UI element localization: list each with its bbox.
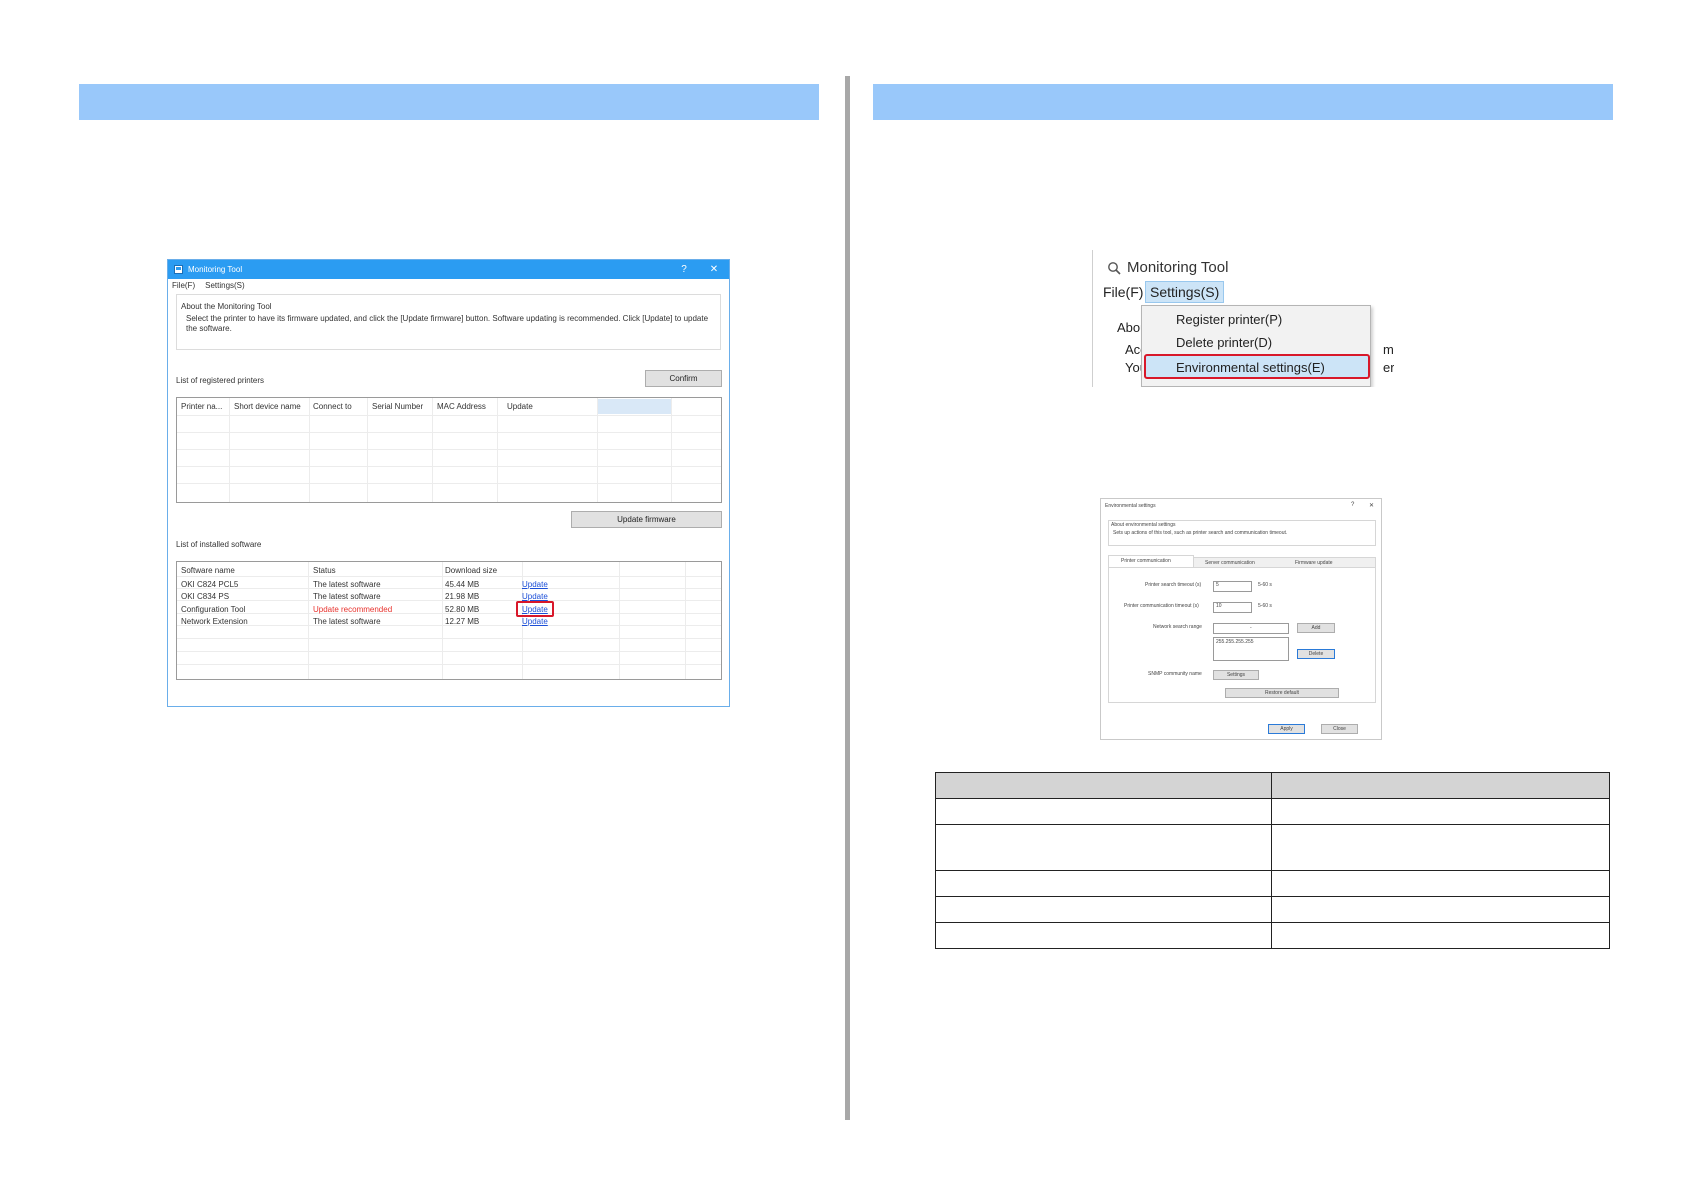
software-status-warning: Update recommended xyxy=(313,605,393,614)
network-range-list[interactable]: 255.255.255.255 xyxy=(1213,637,1289,661)
app-icon xyxy=(174,265,183,274)
environmental-settings-dialog: Environmental settings ? ✕ About environ… xyxy=(1100,498,1382,740)
window-title-bar: Monitoring Tool ? ✕ xyxy=(168,260,729,279)
software-name: OKI C834 PS xyxy=(181,592,230,601)
tab-firmware-update[interactable]: Firmware update xyxy=(1295,560,1333,566)
menu-item-delete-printer[interactable]: Delete printer(D) xyxy=(1176,335,1272,350)
table-row xyxy=(935,870,1610,897)
section-header-bar-left xyxy=(79,84,819,120)
dialog-close-button[interactable]: Close xyxy=(1321,724,1358,734)
help-button[interactable]: ? xyxy=(669,264,699,275)
monitoring-tool-window: Monitoring Tool ? ✕ File(F) Settings(S) … xyxy=(167,259,730,707)
about-text: Sets up actions of this tool, such as pr… xyxy=(1113,530,1288,536)
help-button[interactable]: ? xyxy=(1351,502,1354,508)
table-row xyxy=(935,824,1610,871)
column-header: MAC Address xyxy=(437,402,486,411)
restore-default-button[interactable]: Restore default xyxy=(1225,688,1339,698)
column-header: Short device name xyxy=(234,402,301,411)
update-link[interactable]: Update xyxy=(522,580,548,589)
column-header: Download size xyxy=(445,566,498,575)
registered-printers-label: List of registered printers xyxy=(176,376,265,385)
tab-server-communication[interactable]: Server communication xyxy=(1205,560,1255,566)
about-heading: About the Monitoring Tool xyxy=(181,302,272,311)
column-header: Update xyxy=(507,402,533,411)
snmp-settings-button[interactable]: Settings xyxy=(1213,670,1259,680)
search-timeout-label: Printer search timeout (s) xyxy=(1145,582,1202,588)
software-size: 21.98 MB xyxy=(445,592,480,601)
search-timeout-range: 5-60 s xyxy=(1258,582,1272,588)
about-text-line-2: the software. xyxy=(186,324,232,333)
comm-timeout-input[interactable]: 10 xyxy=(1213,602,1252,613)
about-heading: About environmental settings xyxy=(1111,522,1176,528)
software-status: The latest software xyxy=(313,580,381,589)
software-size: 45.44 MB xyxy=(445,580,480,589)
menu-settings[interactable]: Settings(S) xyxy=(205,281,245,290)
close-button[interactable]: ✕ xyxy=(699,264,729,275)
search-timeout-input[interactable]: 5 xyxy=(1213,581,1252,592)
snmp-label: SNMP community name xyxy=(1148,671,1202,677)
comm-timeout-label: Printer communication timeout (s) xyxy=(1124,603,1199,609)
window-title: Monitoring Tool xyxy=(188,265,243,274)
software-name: Network Extension xyxy=(181,617,248,626)
software-status: The latest software xyxy=(313,617,381,626)
menu-settings[interactable]: Settings(S) xyxy=(1145,281,1225,303)
background-text: m xyxy=(1383,342,1394,357)
menu-file[interactable]: File(F) xyxy=(172,281,195,290)
settings-menu-screenshot: Monitoring Tool File(F) Settings(S) Abou… xyxy=(1092,250,1394,387)
software-size: 12.27 MB xyxy=(445,617,480,626)
installed-software-table[interactable]: Software name Status Download size OKI C… xyxy=(176,561,722,680)
settings-table xyxy=(935,772,1610,949)
background-text: er xyxy=(1383,360,1394,375)
table-row xyxy=(935,896,1610,923)
installed-software-label: List of installed software xyxy=(176,540,262,549)
close-button[interactable]: ✕ xyxy=(1369,502,1374,509)
table-row xyxy=(935,922,1610,949)
column-header: Serial Number xyxy=(372,402,424,411)
software-status: The latest software xyxy=(313,592,381,601)
column-header: Connect to xyxy=(313,402,352,411)
update-firmware-button[interactable]: Update firmware xyxy=(571,511,722,528)
software-name: OKI C824 PCL5 xyxy=(181,580,239,589)
update-link[interactable]: Update xyxy=(522,592,548,601)
software-size: 52.80 MB xyxy=(445,605,480,614)
selected-header-cell xyxy=(598,399,671,414)
software-name: Configuration Tool xyxy=(181,605,246,614)
registered-printers-table[interactable]: Printer na... Short device name Connect … xyxy=(176,397,722,503)
update-highlight-box xyxy=(516,601,554,617)
add-button[interactable]: Add xyxy=(1297,623,1335,633)
table-row xyxy=(935,798,1610,825)
confirm-button[interactable]: Confirm xyxy=(645,370,722,387)
column-header: Status xyxy=(313,566,336,575)
menu-bar: File(F) Settings(S) xyxy=(168,279,729,292)
column-header: Software name xyxy=(181,566,235,575)
network-range-input[interactable]: - xyxy=(1213,623,1289,634)
delete-button[interactable]: Delete xyxy=(1297,649,1335,659)
column-header: Printer na... xyxy=(181,402,223,411)
section-header-bar-right xyxy=(873,84,1613,120)
dialog-title: Environmental settings xyxy=(1105,503,1156,509)
comm-timeout-range: 5-60 s xyxy=(1258,603,1272,609)
menu-item-register-printer[interactable]: Register printer(P) xyxy=(1176,312,1282,327)
network-range-label: Network search range xyxy=(1153,624,1202,630)
menu-item-environmental-settings[interactable]: Environmental settings(E) xyxy=(1144,354,1370,379)
column-divider xyxy=(845,76,850,1120)
menu-window-title: Monitoring Tool xyxy=(1107,259,1228,276)
apply-button[interactable]: Apply xyxy=(1268,724,1305,734)
about-text-line-1: Select the printer to have its firmware … xyxy=(186,314,709,323)
update-link[interactable]: Update xyxy=(522,617,548,626)
settings-dropdown: Register printer(P) Delete printer(D) En… xyxy=(1141,305,1371,387)
menu-file[interactable]: File(F) xyxy=(1103,284,1143,300)
table-header-row xyxy=(935,772,1610,799)
search-icon xyxy=(1108,261,1121,275)
